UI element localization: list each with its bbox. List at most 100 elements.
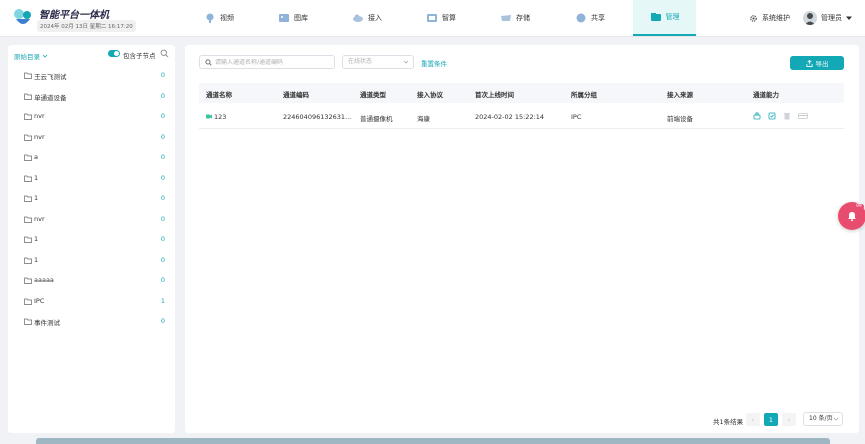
tree-item[interactable]: 10	[8, 193, 175, 205]
page-size-value: 10 条/页	[809, 415, 833, 422]
nav-label: 存储	[516, 14, 530, 22]
tree-item[interactable]: nvr 0	[8, 214, 175, 226]
tree-item[interactable]: 王云飞测试 0	[8, 70, 175, 82]
tree-item-count: 0	[160, 92, 165, 100]
tree-item[interactable]: 10	[8, 173, 175, 185]
nav-label: 接入	[368, 14, 382, 22]
column-header: 通道类型	[360, 91, 386, 99]
online-status-select[interactable]: 在线状态	[342, 55, 414, 69]
system-maintenance-button[interactable]: 系统维护	[749, 0, 790, 36]
search-icon	[205, 58, 212, 66]
page-number-current[interactable]: 1	[764, 413, 778, 426]
reset-filters-link[interactable]: 重置条件	[421, 58, 447, 68]
nav-label: 视频	[220, 14, 234, 22]
tree-item[interactable]: 事件测试 0	[8, 316, 175, 328]
tree-item-count: 0	[160, 256, 165, 264]
tree-item[interactable]: a0	[8, 152, 175, 164]
table-row[interactable]: 123 224604096132631... 普通摄像机 海康 2024-02-…	[199, 105, 844, 129]
bottom-dock	[36, 438, 830, 444]
folder-icon	[24, 216, 32, 223]
nav-label: 共享	[591, 14, 605, 22]
search-icon[interactable]	[160, 49, 169, 58]
channel-search-input[interactable]	[215, 58, 325, 66]
tree-item-count: 0	[160, 317, 165, 325]
tree-item[interactable]: 10	[8, 234, 175, 246]
next-page-button[interactable]: ›	[782, 413, 796, 426]
nav-manage[interactable]: 管理	[633, 0, 696, 36]
caret-down-icon	[846, 16, 852, 20]
card-capability-icon[interactable]	[798, 112, 808, 120]
user-menu[interactable]: 管理员	[803, 0, 852, 36]
table-header: 通道名称 通道编码 通道类型 接入协议 首次上线时间 所属分组 接入来源 通道能…	[199, 83, 844, 103]
online-status-placeholder: 在线状态	[348, 58, 373, 65]
folder-icon	[24, 236, 32, 243]
channel-search-field[interactable]	[199, 55, 335, 69]
include-children-toggle[interactable]	[108, 50, 120, 57]
nav-share[interactable]: 共享	[575, 0, 611, 36]
tree-item-label: 单通道设备	[34, 94, 67, 102]
column-header: 接入来源	[667, 91, 693, 99]
video-camera-icon	[206, 13, 214, 23]
nav-storage[interactable]: 存储	[500, 0, 536, 36]
tree-item[interactable]: 10	[8, 255, 175, 267]
tree-item[interactable]: aaaaa 0	[8, 275, 175, 287]
tree-item-label: nvr	[34, 215, 45, 223]
column-header: 所属分组	[571, 91, 597, 99]
tree-item-label: 1	[34, 194, 39, 202]
pagination-total: 共1条结果	[713, 418, 744, 426]
tree-item-label: nvr	[34, 133, 45, 141]
record-capability-icon[interactable]	[768, 112, 776, 120]
tree-item-label: 王云飞测试	[34, 73, 67, 81]
export-button[interactable]: 导出	[790, 56, 844, 70]
cloud-access-icon	[353, 14, 363, 22]
tree-item-count: 0	[160, 194, 165, 202]
folder-icon	[24, 93, 32, 100]
user-name: 管理员	[821, 14, 842, 22]
directory-sidebar: 原始目录 包含子节点 王云飞测试 0 单通道设备 0 nvr 0 nvr 0 a 0 1 0 1 0 nvr…	[8, 45, 175, 433]
chevron-left-icon: ‹	[751, 415, 755, 424]
root-directory-dropdown[interactable]: 原始目录	[14, 51, 48, 61]
camera-status-icon	[206, 114, 212, 119]
top-header: 智能平台一体机 2024年 02月 13日 星期二 16:17:20 视频 图库…	[0, 0, 865, 37]
tree-item-count: 0	[160, 276, 165, 284]
prev-page-button[interactable]: ‹	[746, 413, 760, 426]
folder-icon	[24, 154, 32, 161]
nav-label: 管理	[665, 13, 680, 21]
column-header: 通道名称	[206, 91, 232, 99]
ptz-capability-icon[interactable]	[753, 112, 761, 120]
chevron-right-icon: ›	[787, 415, 791, 424]
storage-icon	[501, 15, 511, 21]
tree-item-count: 0	[160, 174, 165, 182]
manage-icon	[650, 13, 661, 21]
notification-badge: 99	[854, 204, 864, 209]
column-header: 首次上线时间	[475, 91, 514, 99]
tree-item[interactable]: 单通道设备 0	[8, 91, 175, 103]
include-children-label: 包含子节点	[123, 52, 156, 60]
export-icon	[805, 59, 813, 67]
nav-access[interactable]: 接入	[352, 0, 388, 36]
nav-label: 智算	[442, 14, 456, 22]
chevron-down-icon	[403, 60, 409, 64]
tree-item-count: 0	[160, 133, 165, 141]
chevron-down-icon	[42, 54, 48, 58]
tree-item[interactable]: IPC 1	[8, 296, 175, 308]
tree-item[interactable]: nvr 0	[8, 111, 175, 123]
tree-item-label: 1	[34, 256, 39, 264]
folder-icon	[24, 113, 32, 120]
storage-capability-icon[interactable]	[783, 112, 791, 120]
chevron-down-icon	[833, 417, 839, 421]
tree-item-label: aaaaa	[34, 276, 54, 284]
tree-item[interactable]: nvr 0	[8, 132, 175, 144]
folder-icon	[24, 298, 32, 305]
page-size-select[interactable]: 10 条/页	[803, 412, 843, 426]
channel-group: IPC	[571, 113, 582, 121]
export-label: 导出	[815, 60, 829, 68]
tree-item-count: 0	[160, 112, 165, 120]
nav-video[interactable]: 视频	[204, 0, 240, 36]
gallery-icon	[279, 14, 289, 22]
root-directory-label: 原始目录	[14, 53, 40, 61]
access-protocol: 海康	[417, 115, 430, 123]
nav-compute[interactable]: 智算	[426, 0, 462, 36]
nav-gallery[interactable]: 图库	[278, 0, 314, 36]
folder-icon	[24, 195, 32, 202]
